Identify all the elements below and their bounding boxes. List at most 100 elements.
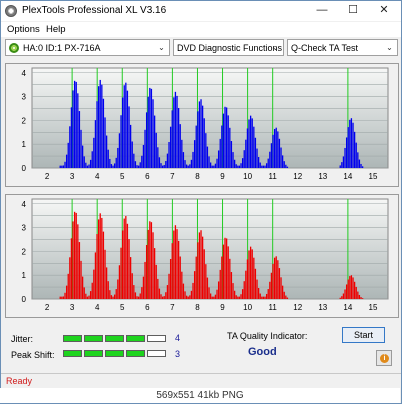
menu-help[interactable]: Help: [46, 24, 66, 35]
histogram-bar: [341, 162, 343, 168]
histogram-bar: [286, 297, 289, 299]
histogram-bar: [173, 97, 175, 168]
histogram-bar: [70, 107, 73, 168]
histogram-bar: [97, 86, 100, 168]
histogram-bar: [121, 97, 124, 168]
histogram-bar: [83, 156, 85, 168]
histogram-bar: [209, 162, 212, 168]
histogram-bar: [69, 257, 71, 299]
pits-chart: 0 1 2 3 4 2 3 4 5 6 7 8 9 10 11 12 13 14 15: [5, 194, 399, 318]
histogram-bar: [129, 124, 132, 168]
histogram-bar: [121, 230, 124, 299]
histogram-bar: [229, 127, 231, 168]
histogram-bar: [222, 113, 225, 168]
histogram-bar: [347, 127, 349, 168]
histogram-bar: [70, 238, 73, 299]
histogram-bar: [344, 147, 346, 168]
histogram-bar: [85, 162, 87, 168]
histogram-bar: [88, 164, 90, 168]
title-bar[interactable]: PlexTools Professional XL V3.16 — ☐ ✕: [1, 1, 401, 21]
histogram-bar: [246, 259, 249, 299]
histogram-bar: [241, 158, 244, 168]
x-tick-label: 3: [70, 172, 75, 181]
histogram-bar: [200, 230, 202, 299]
histogram-bar: [280, 277, 282, 299]
histogram-bar: [262, 296, 265, 299]
histogram-bar: [109, 290, 111, 299]
histogram-bar: [91, 151, 93, 168]
histogram-bar: [235, 295, 237, 299]
histogram-bar: [272, 134, 274, 168]
maximize-button[interactable]: ☐: [338, 1, 368, 21]
menu-options[interactable]: Options: [7, 24, 40, 35]
histogram-bar: [211, 165, 213, 168]
test-select-value: Q-Check TA Test: [291, 43, 359, 53]
histogram-bar: [254, 137, 257, 168]
histogram-bar: [61, 296, 63, 299]
x-tick-label: 15: [369, 303, 378, 312]
histogram-bar: [350, 118, 353, 168]
x-tick-label: 7: [170, 303, 175, 312]
x-tick-label: 2: [45, 303, 50, 312]
histogram-bar: [117, 279, 119, 299]
x-tick-label: 10: [243, 303, 252, 312]
histogram-bar: [277, 260, 279, 299]
histogram-bar: [102, 98, 105, 168]
histogram-bar: [265, 293, 268, 299]
histogram-bar: [235, 164, 237, 168]
histogram-bar: [192, 282, 194, 299]
histogram-bar: [192, 151, 194, 168]
histogram-bar: [141, 287, 143, 299]
info-button[interactable]: i: [376, 350, 392, 366]
disc-icon: [5, 5, 17, 17]
histogram-bar: [225, 107, 228, 168]
histogram-bar: [238, 165, 241, 168]
plot-area: [31, 67, 389, 169]
close-button[interactable]: ✕: [369, 1, 399, 21]
histogram-bar: [230, 141, 233, 168]
drive-select[interactable]: HA:0 ID:1 PX-716A ⌄: [5, 39, 170, 56]
histogram-bar: [147, 96, 149, 168]
histogram-bar: [193, 140, 196, 168]
histogram-bar: [73, 211, 76, 299]
histogram-bar: [96, 234, 98, 299]
x-tick-label: 5: [120, 172, 125, 181]
histogram-bar: [248, 250, 250, 299]
histogram-bar: [160, 294, 162, 299]
histogram-bar: [224, 237, 226, 299]
start-button[interactable]: Start: [342, 327, 385, 343]
histogram-bar: [181, 271, 183, 299]
x-tick-label: 2: [45, 172, 50, 181]
histogram-bar: [105, 135, 108, 168]
function-select[interactable]: DVD Diagnostic Functions ⌄: [173, 39, 284, 56]
histogram-bar: [270, 272, 273, 299]
histogram-bar: [133, 153, 135, 168]
histogram-bar: [101, 217, 103, 299]
histogram-bar: [168, 273, 170, 299]
histogram-bar: [344, 289, 346, 299]
histogram-bar: [187, 165, 189, 168]
histogram-bar: [238, 296, 241, 299]
histogram-bar: [179, 124, 181, 168]
test-select[interactable]: Q-Check TA Test ⌄: [287, 39, 398, 56]
minimize-button[interactable]: —: [307, 1, 337, 21]
x-tick-label: 12: [293, 172, 302, 181]
histogram-bar: [125, 82, 127, 168]
histogram-bar: [345, 137, 348, 168]
histogram-bar: [241, 289, 244, 299]
histogram-bar: [112, 165, 114, 168]
histogram-bar: [129, 257, 132, 299]
function-select-value: DVD Diagnostic Functions: [177, 43, 283, 53]
histogram-bar: [353, 131, 356, 168]
histogram-bar: [201, 105, 204, 168]
x-tick-label: 11: [269, 172, 278, 181]
histogram-bar: [72, 90, 74, 168]
histogram-bar: [264, 296, 266, 299]
x-tick-label: 13: [318, 172, 327, 181]
window-title: PlexTools Professional XL V3.16: [22, 5, 167, 16]
histogram-bar: [161, 165, 164, 168]
histogram-bar: [166, 285, 169, 299]
histogram-bar: [88, 295, 90, 299]
plot-area: [31, 198, 389, 300]
histogram-bar: [285, 295, 287, 299]
